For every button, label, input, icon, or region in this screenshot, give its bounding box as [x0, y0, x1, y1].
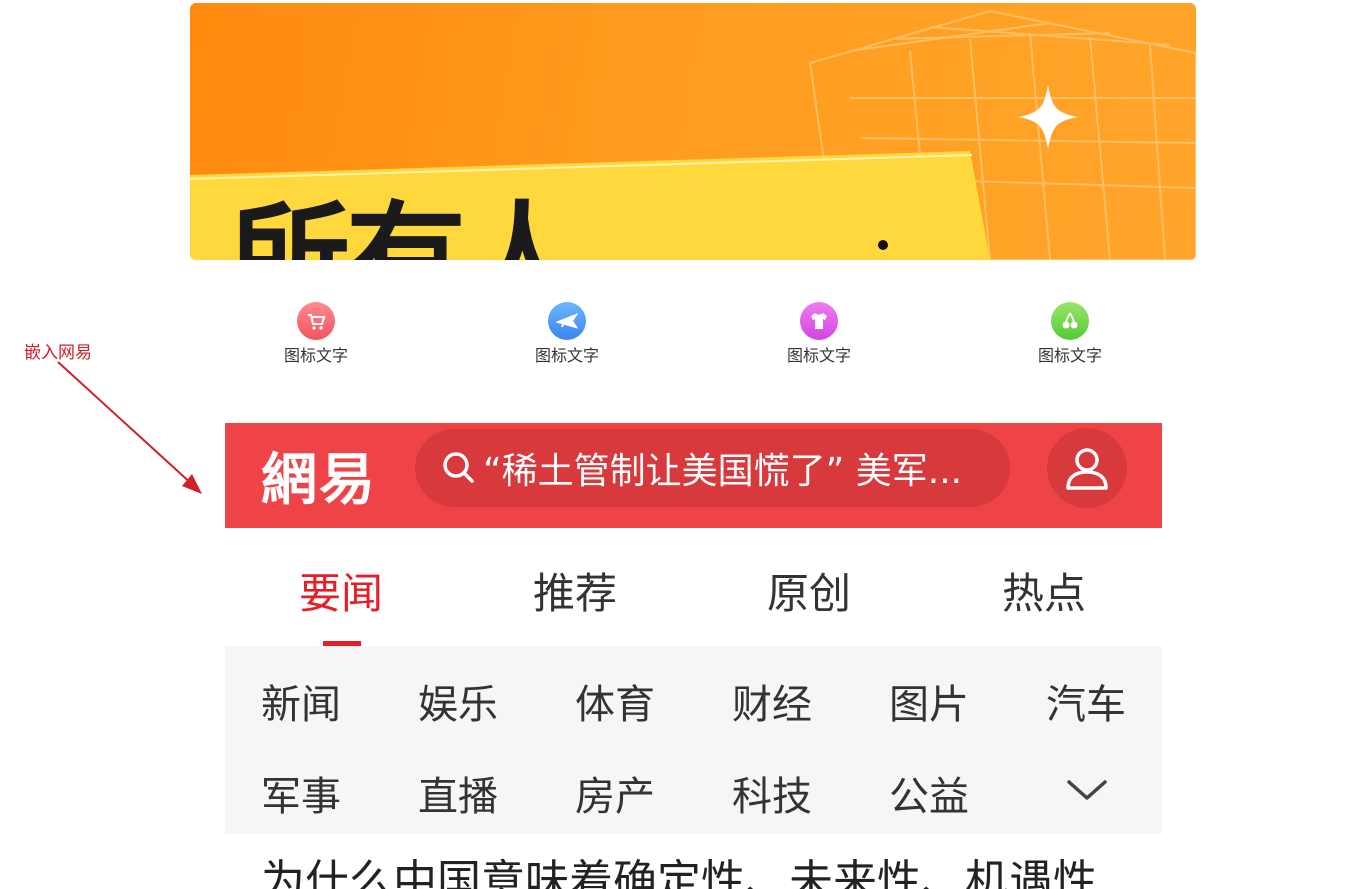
- icon-nav-label: 图标文字: [283, 346, 348, 365]
- banner-carousel[interactable]: 所有人: [190, 3, 1196, 260]
- tab-yaowen[interactable]: 要闻: [299, 560, 383, 621]
- channel-xinwen[interactable]: 新闻: [261, 672, 341, 730]
- icon-nav-label: 图标文字: [1037, 346, 1102, 365]
- channel-junshi[interactable]: 军事: [261, 764, 341, 822]
- channel-keji[interactable]: 科技: [732, 764, 812, 822]
- icon-nav-item-1[interactable]: 图标文字: [256, 300, 376, 366]
- sparkle-icon: [1018, 85, 1078, 149]
- icon-nav-item-3[interactable]: 图标文字: [759, 300, 879, 366]
- user-icon: [1066, 448, 1108, 490]
- channel-caijing[interactable]: 财经: [732, 672, 812, 730]
- embedded-netease-frame: 網易 “稀土管制让美国慌了” 美军... 要闻 推荐 原创 热点 新闻 娱乐 体…: [225, 423, 1162, 889]
- icon-nav-label: 图标文字: [786, 346, 851, 365]
- cherry-icon: [1051, 302, 1089, 340]
- news-headline[interactable]: 为什么中国意味着确定性、未来性、机遇性: [261, 845, 1097, 889]
- netease-channel-grid: 新闻 娱乐 体育 财经 图片 汽车 军事 直播 房产 科技 公益: [225, 646, 1162, 834]
- page: 所有人 图标文字 图标文字 图标文字 图标文字: [0, 0, 1370, 889]
- channel-fangchan[interactable]: 房产: [575, 764, 655, 822]
- icon-nav-item-4[interactable]: 图标文字: [1010, 300, 1130, 366]
- netease-logo[interactable]: 網易: [261, 435, 377, 516]
- tshirt-icon: [800, 302, 838, 340]
- channel-tiyu[interactable]: 体育: [575, 672, 655, 730]
- netease-search-input[interactable]: “稀土管制让美国慌了” 美军...: [415, 429, 1010, 507]
- airplane-icon: [548, 302, 586, 340]
- shopping-cart-icon: [297, 302, 335, 340]
- icon-nav-label: 图标文字: [534, 346, 599, 365]
- tab-tuijian[interactable]: 推荐: [533, 560, 617, 621]
- channel-zhibo[interactable]: 直播: [418, 764, 498, 822]
- search-placeholder: “稀土管制让美国慌了” 美军...: [483, 451, 963, 492]
- channel-gongyi[interactable]: 公益: [889, 764, 969, 822]
- netease-tabs: 要闻 推荐 原创 热点: [225, 528, 1162, 646]
- netease-header: 網易 “稀土管制让美国慌了” 美军...: [225, 423, 1162, 528]
- channel-tupian[interactable]: 图片: [889, 672, 969, 730]
- search-icon: [443, 452, 474, 483]
- channel-qiche[interactable]: 汽车: [1046, 672, 1126, 730]
- chevron-down-icon[interactable]: [1063, 774, 1111, 806]
- tab-redian[interactable]: 热点: [1002, 560, 1086, 621]
- icon-nav: 图标文字 图标文字 图标文字 图标文字: [190, 300, 1196, 380]
- tab-yuanchuang[interactable]: 原创: [767, 560, 851, 621]
- annotation-label: 嵌入网易: [24, 343, 92, 363]
- icon-nav-item-2[interactable]: 图标文字: [507, 300, 627, 366]
- banner-artwork-text: 所有人: [230, 201, 582, 261]
- carousel-indicator-dot[interactable]: [878, 240, 888, 250]
- user-account-button[interactable]: [1047, 428, 1127, 508]
- channel-yule[interactable]: 娱乐: [418, 672, 498, 730]
